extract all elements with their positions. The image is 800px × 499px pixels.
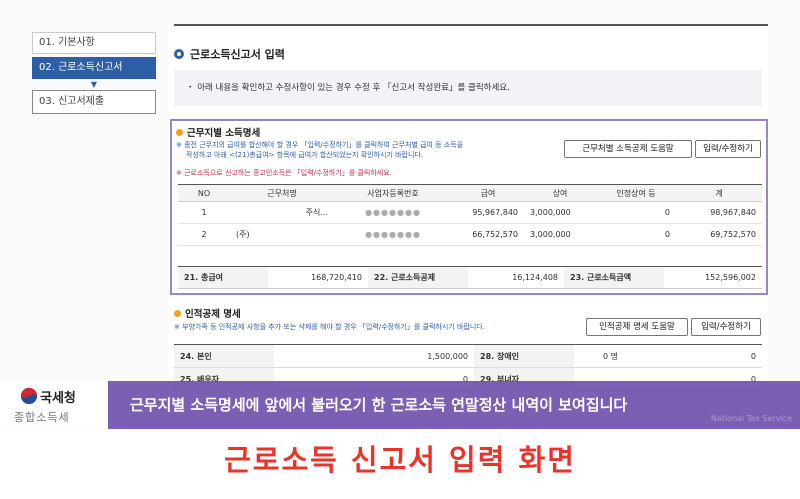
income-deduction-value: 16,124,408 [468,266,564,289]
table-row[interactable]: 2 (주) ●●●●●●● 66,752,570 3,000,000 0 69,… [178,223,762,246]
step-basic-info[interactable]: 01. 기본사항 [32,32,156,54]
bottom-title: 근로소득 신고서 입력 화면 [0,430,800,499]
column-header: 계 [676,184,762,202]
wage-desc-line1: ※ 종전 근무지의 급여를 합산해야 할 경우 「입력/수정하기」를 클릭하여 … [176,141,464,149]
row-total: 98,967,840 [676,201,762,224]
step-submit[interactable]: 03. 신고서제출 [32,90,156,114]
column-header: 상여 [524,184,596,202]
personal-help-button[interactable]: 인적공제 명세 도움말 [586,318,688,336]
row-bizno: ●●●●●●● [334,223,452,246]
personal-section-title: 인적공제 명세 [174,306,241,320]
caption-bar: 근무지별 소득명세에 앞에서 불러오기 한 근로소득 연말정산 내역이 보여집니… [108,381,800,429]
bullet-icon [176,128,183,136]
earned-income-label: 23. 근로소득금액 [564,266,664,289]
wage-desc-line2: 작성하고 아래 <(21)총급여> 항목에 급여가 합산되었는지 확인하시기 바… [186,151,424,159]
column-header: 근무처명 [230,184,334,202]
row-bonus: 3,000,000 [524,201,596,224]
personal-section-title-text: 인적공제 명세 [185,309,241,320]
row-company: 주식... [230,201,334,224]
column-header: 인정상여 등 [596,184,676,202]
step-navigation: 01. 기본사항 02. 근로소득신고서 ▼ 03. 신고서제출 [32,32,156,114]
bullet-icon [174,309,181,317]
wage-summary-table: 21. 총급여 168,720,410 22. 근로소득공제 16,124,40… [178,266,762,289]
row-company: (주) [230,223,334,246]
divider [174,24,768,26]
table-row: 24. 본인 1,500,000 28. 장애인 0 명 0 [174,344,762,368]
row-recognized: 0 [596,201,676,224]
wage-desc-religious: ※ 근로소득으로 신고하는 종교인소득은 「입력/수정하기」를 클릭하세요. [176,169,392,177]
nts-emblem-icon [20,387,38,405]
section-title: 근로소득신고서 입력 [174,46,285,62]
row-no: 1 [178,201,230,224]
caption-text: 근무지별 소득명세에 앞에서 불러오기 한 근로소득 연말정산 내역이 보여집니… [130,396,628,414]
notice-box: ・ 아래 내용을 확인하고 수정사항이 있는 경우 수정 후 「신고서 작성완료… [174,70,762,106]
personal-edit-button[interactable]: 입력/수정하기 [691,318,761,336]
wage-section-title-text: 근무지별 소득명세 [187,128,261,139]
earned-income-value: 152,596,002 [664,266,762,289]
section-title-text: 근로소득신고서 입력 [190,48,285,61]
wage-help-button[interactable]: 근무처별 소득공제 도움말 [564,140,692,158]
wage-details-section: 근무지별 소득명세 ※ 종전 근무지의 급여를 합산해야 할 경우 「입력/수정… [170,119,768,295]
column-header: 급여 [452,184,524,202]
summary-row: 21. 총급여 168,720,410 22. 근로소득공제 16,124,40… [178,266,762,289]
row-total: 69,752,570 [676,223,762,246]
step-income-report[interactable]: 02. 근로소득신고서 [32,57,156,79]
deduction-label: 28. 장애인 [474,344,574,368]
wage-table: NO 근무처명 사업자등록번호 급여 상여 인정상여 등 계 1 주식... ●… [178,184,762,246]
nts-subtitle: 종합소득세 [14,411,70,424]
row-bizno: ●●●●●●● [334,201,452,224]
table-row[interactable]: 1 주식... ●●●●●●● 95,967,840 3,000,000 0 9… [178,201,762,224]
gross-salary-value: 168,720,410 [268,266,368,289]
wage-edit-button[interactable]: 입력/수정하기 [695,140,761,158]
deduction-value: 1,500,000 [274,344,474,368]
column-header: NO [178,184,230,202]
nts-name: 국세청 [40,391,76,406]
personal-desc: ※ 부양가족 등 인적공제 사항을 추가 또는 삭제를 해야 할 경우 「입력/… [174,323,485,331]
deduction-label: 24. 본인 [174,344,274,368]
row-salary: 66,752,570 [452,223,524,246]
income-deduction-label: 22. 근로소득공제 [368,266,468,289]
deduction-count: 0 명 [574,344,624,368]
nts-logo: 국세청 종합소득세 [0,381,108,429]
row-no: 2 [178,223,230,246]
row-bonus: 3,000,000 [524,223,596,246]
table-header-row: NO 근무처명 사업자등록번호 급여 상여 인정상여 등 계 [178,184,762,202]
row-salary: 95,967,840 [452,201,524,224]
column-header: 사업자등록번호 [334,184,452,202]
row-recognized: 0 [596,223,676,246]
bullet-icon [174,49,184,59]
gross-salary-label: 21. 총급여 [178,266,268,289]
step-arrow-icon: ▼ [90,80,98,89]
deduction-value: 0 [624,344,762,368]
watermark: National Tax Service [710,414,792,423]
wage-section-title: 근무지별 소득명세 [176,125,260,139]
